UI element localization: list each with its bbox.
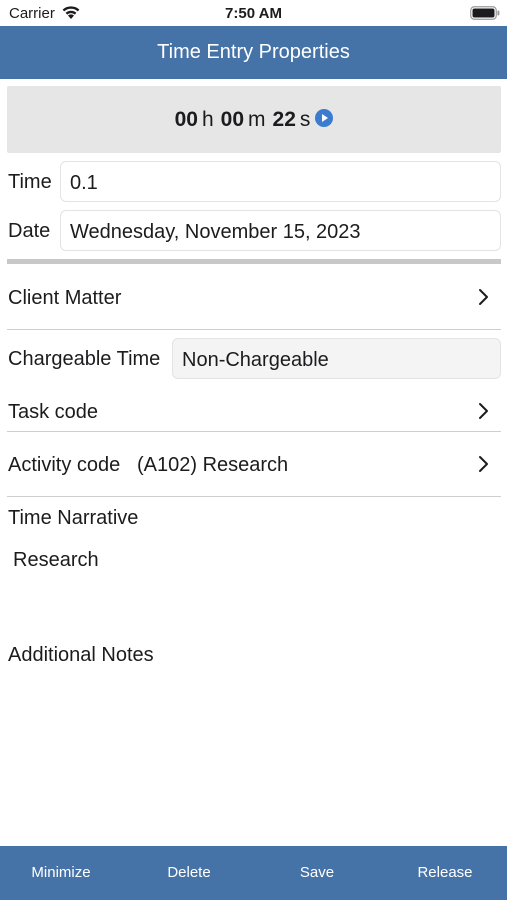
timer-seconds-unit: s — [299, 108, 311, 131]
timer-seconds: 22 — [272, 108, 296, 131]
status-time: 7:50 AM — [225, 5, 282, 22]
release-button[interactable]: Release — [385, 864, 505, 881]
divider — [7, 329, 501, 330]
section-divider — [7, 259, 501, 264]
timer-panel: 00 h 00 m 22 s — [7, 86, 501, 153]
time-input[interactable]: 0.1 — [60, 161, 501, 202]
timer-hours-unit: h — [201, 108, 214, 131]
battery-icon — [470, 6, 500, 20]
task-code-label: Task code — [8, 401, 99, 423]
task-code-row[interactable]: Task code — [0, 388, 507, 431]
delete-button[interactable]: Delete — [129, 864, 249, 881]
nav-bar: Time Entry Properties — [0, 26, 507, 79]
status-bar: Carrier 7:50 AM — [0, 0, 507, 26]
timer-minutes-unit: m — [248, 108, 266, 131]
chevron-right-icon — [479, 289, 488, 305]
minimize-button[interactable]: Minimize — [1, 864, 121, 881]
chargeable-time-select[interactable]: Non-Chargeable — [172, 338, 501, 379]
activity-code-value: (A102) Research — [137, 454, 289, 476]
time-narrative-label: Time Narrative — [8, 507, 139, 529]
timer-display: 00 h 00 m 22 s — [7, 108, 501, 132]
chevron-right-icon — [479, 456, 488, 472]
additional-notes-label: Additional Notes — [8, 644, 154, 666]
bottom-toolbar: Minimize Delete Save Release — [0, 846, 507, 900]
timer-hours: 00 — [174, 108, 198, 131]
client-matter-label: Client Matter — [8, 287, 122, 309]
date-label: Date — [8, 220, 51, 242]
date-field[interactable]: Wednesday, November 15, 2023 — [60, 210, 501, 251]
play-icon[interactable] — [315, 109, 334, 127]
activity-code-row[interactable]: Activity code (A102) Research — [0, 437, 507, 495]
divider — [7, 431, 501, 432]
save-button[interactable]: Save — [257, 864, 377, 881]
divider — [7, 496, 501, 497]
time-narrative-text[interactable]: Research — [13, 549, 99, 572]
activity-code-label: Activity code — [8, 454, 121, 476]
client-matter-row[interactable]: Client Matter — [0, 270, 507, 328]
timer-minutes: 00 — [220, 108, 245, 131]
page-title: Time Entry Properties — [157, 41, 350, 63]
chargeable-time-label: Chargeable Time — [8, 348, 161, 370]
time-label: Time — [8, 171, 52, 193]
chevron-right-icon — [479, 403, 488, 419]
